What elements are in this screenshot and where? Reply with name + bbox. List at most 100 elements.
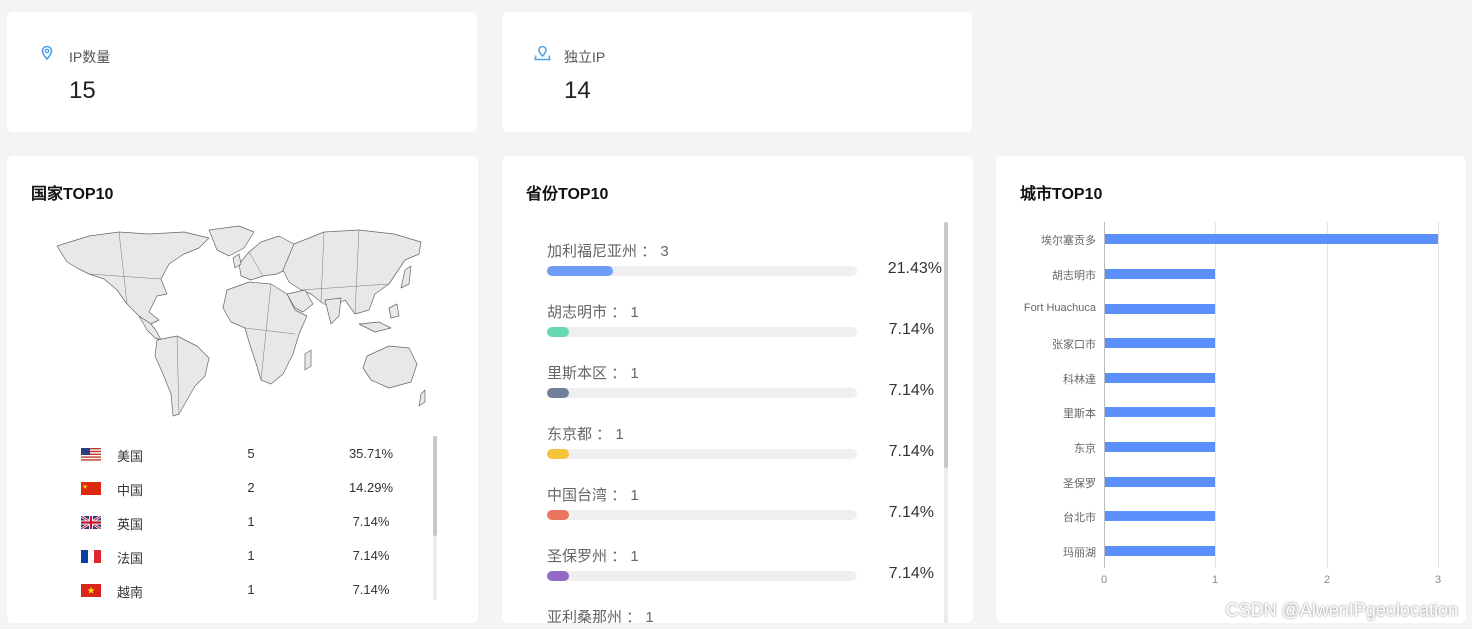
scrollbar-thumb[interactable] xyxy=(433,436,437,536)
country-list-scrollbar[interactable] xyxy=(433,436,437,600)
province-row[interactable]: 亚利桑那州 ： 1 xyxy=(547,606,947,623)
country-name: 中国 xyxy=(117,483,144,498)
chart-y-tick-label: 里斯本 xyxy=(1063,408,1096,420)
watermark: CSDN @AlwenIPgeolocation xyxy=(1225,600,1458,620)
province-percent: 7.14% xyxy=(888,443,934,460)
stat-value: 15 xyxy=(69,77,96,104)
province-progress-fill xyxy=(547,266,613,276)
chart-x-tick-label: 3 xyxy=(1434,574,1442,586)
chart-x-tick-label: 1 xyxy=(1211,574,1219,586)
chart-gridline xyxy=(1215,222,1216,568)
province-row[interactable]: 胡志明市 ： 1 7.14% xyxy=(547,301,947,351)
gb-flag-icon xyxy=(81,516,101,529)
province-label: 东京都 ： 1 xyxy=(547,426,624,443)
province-progress-track xyxy=(547,327,857,337)
city-top10-panel: 城市TOP10 0 1 2 3 埃尔塞贡多 胡志明市 Fort Huachuca 张家口市 科林… xyxy=(996,156,1466,623)
province-label: 中国台湾 ： 1 xyxy=(547,487,639,504)
stat-label: IP数量 xyxy=(69,49,111,65)
country-row[interactable]: 英国 1 7.14% xyxy=(81,512,421,532)
chart-y-tick-label: 东京 xyxy=(1074,443,1096,455)
chart-bar[interactable] xyxy=(1105,546,1215,556)
stat-value: 14 xyxy=(564,77,591,104)
province-progress-fill xyxy=(547,388,569,398)
country-name: 越南 xyxy=(117,585,144,600)
ip-count-card: IP数量 15 xyxy=(7,12,477,132)
chart-y-tick-label: 圣保罗 xyxy=(1063,478,1096,490)
chart-gridline xyxy=(1327,222,1328,568)
chart-y-tick-label: Fort Huachuca xyxy=(1023,302,1096,314)
province-progress-track xyxy=(547,510,857,520)
country-percent: 35.71% xyxy=(348,446,394,461)
country-count: 5 xyxy=(247,446,255,461)
province-percent: 7.14% xyxy=(888,565,934,582)
chart-y-tick-label: 台北市 xyxy=(1063,512,1096,524)
country-count: 1 xyxy=(247,548,255,563)
chart-x-tick-label: 2 xyxy=(1323,574,1331,586)
chart-bar[interactable] xyxy=(1105,442,1215,452)
stat-label: 独立IP xyxy=(564,49,606,65)
province-row[interactable]: 加利福尼亚州 ： 3 21.43% xyxy=(547,240,947,290)
panel-title: 省份TOP10 xyxy=(526,186,609,203)
country-percent: 7.14% xyxy=(352,548,390,563)
province-row[interactable]: 东京都 ： 1 7.14% xyxy=(547,423,947,473)
country-percent: 7.14% xyxy=(352,582,390,597)
country-count: 1 xyxy=(247,582,255,597)
province-label: 亚利桑那州 ： 1 xyxy=(547,609,654,623)
province-list-scrollbar[interactable] xyxy=(944,222,948,623)
province-row[interactable]: 圣保罗州 ： 1 7.14% xyxy=(547,545,947,595)
province-progress-fill xyxy=(547,510,569,520)
province-row[interactable]: 里斯本区 ： 1 7.14% xyxy=(547,362,947,412)
province-row[interactable]: 中国台湾 ： 1 7.14% xyxy=(547,484,947,534)
vn-flag-icon xyxy=(81,584,101,597)
country-row[interactable]: 法国 1 7.14% xyxy=(81,546,421,566)
country-list: 美国 5 35.71% 中国 2 14.29% 英国 1 7.14% 法国 1 xyxy=(81,440,421,600)
chart-y-tick-label: 科林達 xyxy=(1063,374,1096,386)
chart-y-tick-label: 玛丽湖 xyxy=(1063,547,1096,559)
province-top10-panel: 省份TOP10 加利福尼亚州 ： 3 21.43% 胡志明市 ： 1 7.14% 里斯本… xyxy=(502,156,973,623)
province-progress-fill xyxy=(547,571,569,581)
chart-x-tick-label: 0 xyxy=(1100,574,1108,586)
country-count: 1 xyxy=(247,514,255,529)
country-row[interactable]: 中国 2 14.29% xyxy=(81,478,421,498)
us-flag-icon xyxy=(81,448,101,461)
panel-title: 国家TOP10 xyxy=(31,186,114,203)
chart-gridline xyxy=(1438,222,1439,568)
chart-bar[interactable] xyxy=(1105,304,1215,314)
chart-y-tick-label: 胡志明市 xyxy=(1052,270,1096,282)
province-label: 胡志明市 ： 1 xyxy=(547,304,639,321)
city-bar-chart: 0 1 2 3 埃尔塞贡多胡志明市 Fort Huachuca 张家口市科林達里斯本东京圣保… xyxy=(996,156,1466,623)
world-map[interactable] xyxy=(49,224,427,420)
country-row[interactable]: 美国 5 35.71% xyxy=(81,444,421,464)
province-percent: 7.14% xyxy=(888,321,934,338)
chart-bar[interactable] xyxy=(1105,269,1215,279)
country-name: 美国 xyxy=(117,449,144,464)
location-pin-icon xyxy=(39,45,55,61)
province-progress-track xyxy=(547,571,857,581)
chart-bar[interactable] xyxy=(1105,373,1215,383)
province-label: 加利福尼亚州 ： 3 xyxy=(547,243,669,260)
country-name: 法国 xyxy=(117,551,144,566)
chart-y-tick-label: 张家口市 xyxy=(1052,339,1096,351)
province-percent: 7.14% xyxy=(888,382,934,399)
country-top10-panel: 国家TOP10 美国 5 35.71% 中国 2 14.29% 英国 1 7.1… xyxy=(7,156,478,623)
province-percent: 21.43% xyxy=(887,260,942,277)
province-progress-fill xyxy=(547,449,569,459)
country-percent: 14.29% xyxy=(348,480,394,495)
country-percent: 7.14% xyxy=(352,514,390,529)
province-label: 里斯本区 ： 1 xyxy=(547,365,639,382)
country-count: 2 xyxy=(247,480,255,495)
cn-flag-icon xyxy=(81,482,101,495)
scrollbar-thumb[interactable] xyxy=(944,222,948,468)
chart-bar[interactable] xyxy=(1105,511,1215,521)
chart-bar[interactable] xyxy=(1105,234,1438,244)
chart-bar[interactable] xyxy=(1105,407,1215,417)
country-row[interactable]: 越南 1 7.14% xyxy=(81,580,421,600)
chart-bar[interactable] xyxy=(1105,338,1215,348)
province-progress-track xyxy=(547,449,857,459)
country-name: 英国 xyxy=(117,517,144,532)
chart-y-tick-label: 埃尔塞贡多 xyxy=(1041,235,1096,247)
fr-flag-icon xyxy=(81,550,101,563)
province-label: 圣保罗州 ： 1 xyxy=(547,548,639,565)
province-progress-fill xyxy=(547,327,569,337)
chart-bar[interactable] xyxy=(1105,477,1215,487)
